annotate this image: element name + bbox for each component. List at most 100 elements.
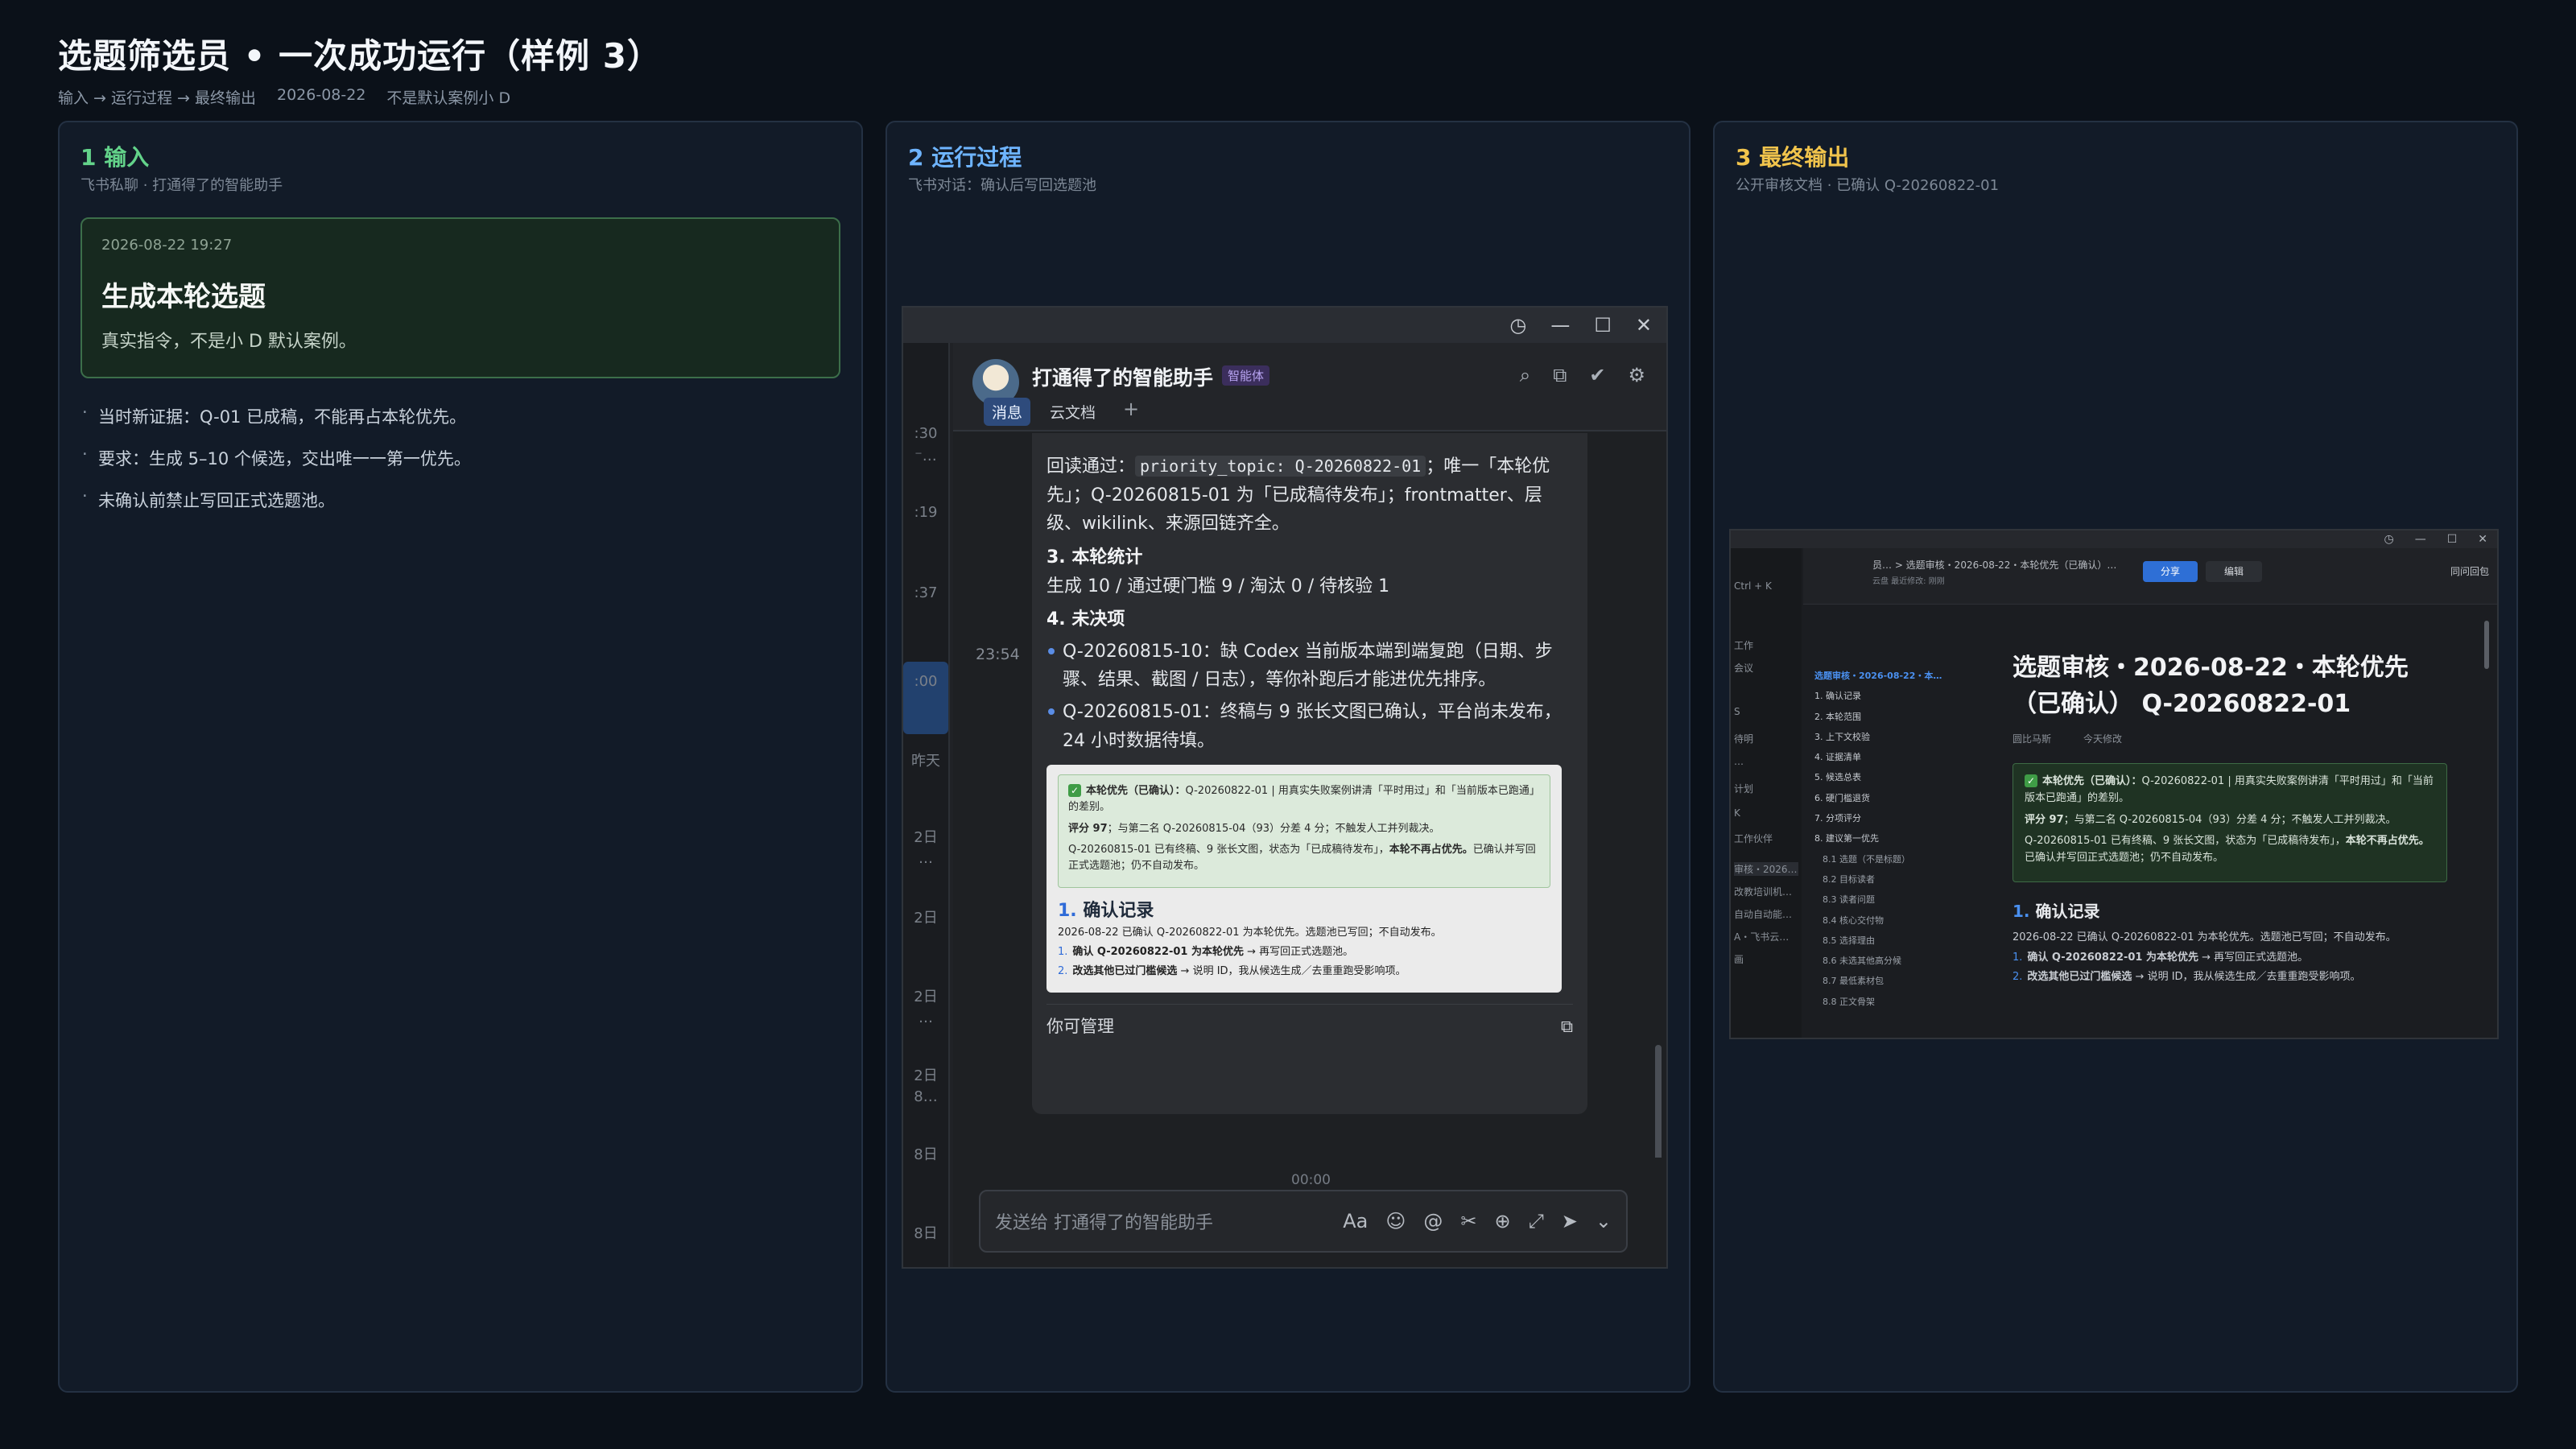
outline-item[interactable]: 2. 本轮范围 [1814, 707, 1975, 727]
gear-icon[interactable]: ⚙ [1628, 364, 1645, 386]
outline-item[interactable]: 8.7 最低素材包 [1814, 971, 1975, 991]
side-item[interactable]: 画 [1734, 952, 1744, 966]
outline-item[interactable]: 4. 证据清单 [1814, 747, 1975, 767]
manage-label[interactable]: 你可管理 [1046, 1013, 1114, 1040]
scrollbar[interactable] [1655, 1045, 1662, 1158]
chevron-down-icon[interactable]: ⌄ [1596, 1210, 1612, 1232]
message-input[interactable]: 发送给 打通得了的智能助手 Aa ☺ @ ✂ ⊕ ⤢ ➤ ⌄ [979, 1190, 1628, 1253]
doc-section-body: 2026-08-22 已确认 Q-20260822-01 为本轮优先。选题池已写… [2013, 928, 2447, 988]
conversation-time[interactable]: 2日 [903, 826, 948, 847]
minimize-icon[interactable]: — [1550, 314, 1570, 336]
conversation-time[interactable]: :30 [903, 425, 948, 442]
share-screen-icon[interactable]: ⧉ [1553, 364, 1567, 386]
scissors-icon[interactable]: ✂ [1460, 1210, 1476, 1232]
side-item[interactable]: … [1734, 756, 1744, 767]
conversation-time[interactable]: ⁻… [903, 448, 948, 464]
reply-button[interactable]: 同问回包 [2450, 564, 2489, 578]
search-icon[interactable]: ⌕ [1520, 364, 1530, 386]
process-panel-title: 2 运行过程 [908, 144, 1022, 171]
outline-item[interactable]: 8.3 读者问题 [1814, 890, 1975, 910]
format-icon[interactable]: Aa [1343, 1210, 1368, 1232]
side-item[interactable]: Ctrl + K [1734, 580, 1772, 592]
conversation-time[interactable]: 2日 [903, 1064, 948, 1085]
side-item[interactable]: 工作伙伴 [1734, 832, 1773, 845]
minimize-icon[interactable]: — [2415, 533, 2426, 546]
maximize-icon[interactable]: ☐ [2447, 533, 2458, 546]
share-button[interactable]: 分享 [2143, 561, 2198, 582]
close-icon[interactable]: ✕ [1636, 314, 1652, 336]
tab-add-button[interactable]: + [1115, 398, 1147, 426]
list-item: 2. 改选其他已过门槛候选 → 说明 ID，我从候选生成／去重重跑受影响项。 [2013, 968, 2447, 988]
side-item[interactable]: 待明 [1734, 732, 1753, 745]
conversation-time[interactable]: 8日 [903, 1143, 948, 1164]
preview-list: 1. 确认 Q-20260822-01 为本轮优先 → 再写回正式选题池。 2. 改… [1058, 944, 1550, 980]
outline-item[interactable]: 3. 上下文校验 [1814, 727, 1975, 747]
side-item[interactable]: A・飞书云… [1734, 930, 1789, 943]
side-item-active[interactable]: 审核・2026… [1734, 862, 1798, 876]
expand-icon[interactable]: ⤢ [1529, 1210, 1544, 1232]
conversation-time[interactable]: … [903, 1009, 948, 1026]
doc-toolbar: 员… > 选题审核・2026-08-22・本轮优先（已确认）… 云盘 最近修改:… [1803, 548, 2497, 605]
outline-item[interactable]: 8. 建议第一优先 [1814, 828, 1975, 848]
breadcrumb[interactable]: 员… > 选题审核・2026-08-22・本轮优先（已确认）… [1872, 558, 2116, 572]
conversation-time[interactable]: 2日 [903, 985, 948, 1006]
tab-cloud-docs[interactable]: 云文档 [1042, 398, 1104, 426]
conversation-time[interactable]: 2日 [903, 906, 948, 927]
doc-window: ◷ — ☐ ✕ Ctrl + K 工作 会议 S 待明 … 计划 K 工作伙伴 … [1729, 529, 2499, 1039]
history-icon[interactable]: ◷ [1509, 314, 1526, 336]
copy-icon[interactable]: ⧉ [1561, 1013, 1573, 1040]
item-bold: 改选其他已过门槛候选 [1072, 965, 1178, 978]
edit-button[interactable]: 编辑 [2206, 561, 2262, 582]
side-item[interactable]: 计划 [1734, 782, 1753, 795]
conversation-time[interactable]: … [903, 850, 948, 867]
conversation-time[interactable]: :19 [903, 504, 948, 521]
check-icon[interactable]: ✔ [1589, 364, 1605, 386]
item-bold: 确认 Q-20260822-01 为本轮优先 [2027, 951, 2198, 964]
doc-author: 圆比马斯 [2013, 733, 2052, 745]
scrollbar[interactable] [2484, 621, 2489, 669]
outline-item[interactable]: 5. 候选总表 [1814, 767, 1975, 787]
tab-messages[interactable]: 消息 [984, 398, 1031, 426]
header-icons: ⌕ ⧉ ✔ ⚙ [1520, 364, 1645, 386]
side-item[interactable]: 工作 [1734, 638, 1753, 652]
outline-item[interactable]: 8.2 目标读者 [1814, 869, 1975, 890]
status-bold: 本轮不再占优先。 [1389, 843, 1473, 856]
outline-item[interactable]: 8.1 选题（不是标题） [1814, 849, 1975, 869]
output-panel-title: 3 最终输出 [1736, 144, 1850, 171]
side-item[interactable]: 改教培训机… [1734, 885, 1792, 898]
conversation-time[interactable]: 8… [903, 1088, 948, 1105]
close-icon[interactable]: ✕ [2478, 533, 2487, 546]
pending-item: Q-20260815-10：缺 Codex 当前版本端到端复跑（日期、步骤、结果… [1046, 638, 1573, 695]
list-item: 1. 确认 Q-20260822-01 为本轮优先 → 再写回正式选题池。 [2013, 948, 2447, 968]
outline-item[interactable]: 8.6 未选其他高分候 [1814, 951, 1975, 971]
outline-item[interactable]: 7. 分项评分 [1814, 808, 1975, 828]
mention-icon[interactable]: @ [1423, 1210, 1443, 1232]
conversation-time-active[interactable]: :00 [903, 662, 948, 734]
side-item[interactable]: 自动自动能… [1734, 907, 1792, 921]
side-item[interactable]: K [1734, 807, 1740, 819]
side-item[interactable]: 会议 [1734, 661, 1753, 675]
maximize-icon[interactable]: ☐ [1594, 314, 1612, 336]
history-icon[interactable]: ◷ [2384, 533, 2393, 546]
status-tail: 已确认并写回正式选题池；仍不自动发布。 [2025, 852, 2224, 865]
outline-item[interactable]: 8.8 正文骨架 [1814, 992, 1975, 1012]
outline-item[interactable]: 8.4 核心交付物 [1814, 910, 1975, 931]
send-icon[interactable]: ➤ [1562, 1210, 1578, 1232]
input-panel-caption: 飞书私聊 · 打通得了的智能助手 [80, 177, 283, 194]
message-input-placeholder[interactable]: 发送给 打通得了的智能助手 [995, 1208, 1343, 1234]
outline-item[interactable]: 8.5 选择理由 [1814, 931, 1975, 951]
conversation-time[interactable]: 8日 [903, 1222, 948, 1243]
doc-preview-card[interactable]: ✓ 本轮优先（已确认）：Q-20260822-01 | 用真实失败案例讲清「平时用… [1046, 765, 1562, 993]
outline-item[interactable]: 1. 确认记录 [1814, 686, 1975, 706]
conversation-time[interactable]: :37 [903, 584, 948, 601]
conversation-time[interactable]: 昨天 [903, 749, 948, 770]
status-text: Q-20260815-01 已有终稿、9 张长文图，状态为「已成稿待发布」， [2025, 835, 2346, 848]
bot-tag-badge: 智能体 [1222, 365, 1270, 386]
outline-item[interactable]: 6. 硬门槛退货 [1814, 788, 1975, 808]
pending-item: Q-20260815-01：终稿与 9 张长文图已确认，平台尚未发布，24 小时… [1046, 698, 1573, 755]
add-icon[interactable]: ⊕ [1494, 1210, 1510, 1232]
side-item[interactable]: S [1734, 706, 1740, 717]
chat-tabs: 消息 云文档 + [984, 398, 1147, 426]
emoji-icon[interactable]: ☺ [1385, 1210, 1406, 1232]
outline-item[interactable]: 选题审核・2026-08-22・本… [1814, 666, 1975, 686]
